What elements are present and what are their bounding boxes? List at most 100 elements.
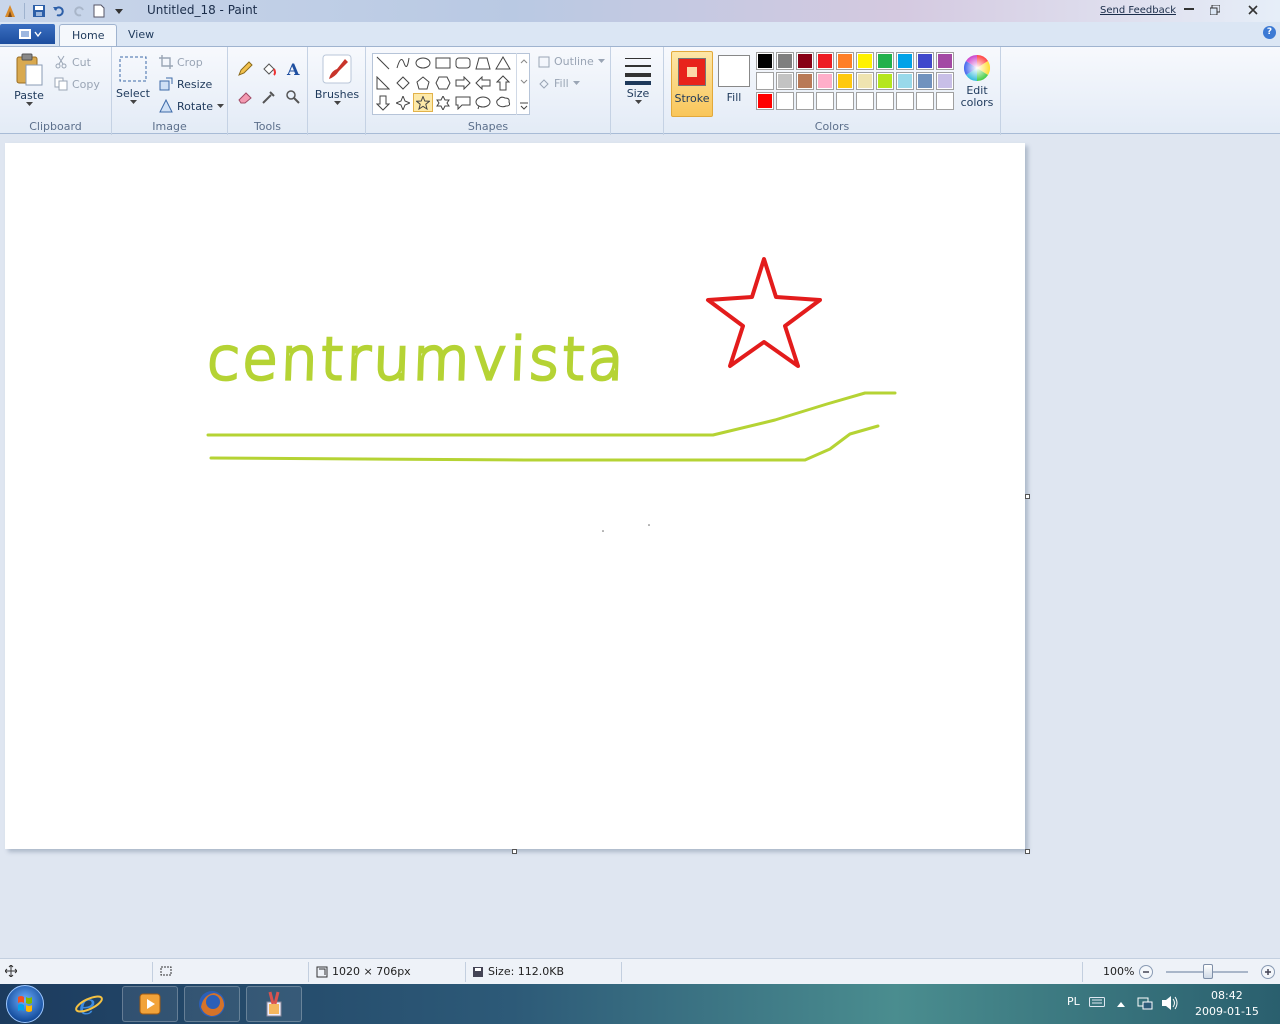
palette-color-swatch[interactable] xyxy=(896,52,914,70)
select-button[interactable]: Select xyxy=(116,55,150,105)
palette-color-swatch[interactable] xyxy=(916,52,934,70)
close-button[interactable] xyxy=(1241,1,1265,18)
shape-left-arrow[interactable] xyxy=(473,73,493,92)
send-feedback-link[interactable]: Send Feedback xyxy=(1100,5,1176,16)
pencil-tool[interactable] xyxy=(235,59,255,79)
shape-rounded-rectangle[interactable] xyxy=(453,53,473,72)
save-icon[interactable] xyxy=(29,1,49,21)
text-tool[interactable]: A xyxy=(283,59,303,79)
palette-color-swatch[interactable] xyxy=(816,92,834,110)
palette-color-swatch[interactable] xyxy=(816,52,834,70)
tab-view[interactable]: View xyxy=(116,24,166,46)
redo-icon[interactable] xyxy=(69,1,89,21)
palette-color-swatch[interactable] xyxy=(836,72,854,90)
palette-color-swatch[interactable] xyxy=(776,52,794,70)
canvas-resize-handle-right[interactable] xyxy=(1025,494,1030,499)
shape-diamond[interactable] xyxy=(393,73,413,92)
canvas-resize-handle-corner[interactable] xyxy=(1025,849,1030,854)
palette-color-swatch[interactable] xyxy=(936,52,954,70)
shape-four-point-star[interactable] xyxy=(393,93,413,112)
shape-hexagon[interactable] xyxy=(433,73,453,92)
palette-color-swatch[interactable] xyxy=(836,92,854,110)
fill-tool[interactable] xyxy=(259,59,279,79)
start-button[interactable] xyxy=(6,985,44,1023)
fill-color-button[interactable]: Fill xyxy=(716,51,756,117)
shape-oval-callout[interactable] xyxy=(473,93,493,112)
crop-button[interactable]: Crop xyxy=(159,55,203,69)
edit-colors-button[interactable]: Edit colors xyxy=(958,53,996,109)
clock-date[interactable]: 2009-01-15 xyxy=(1195,1005,1259,1018)
customize-qat-chevron-down-icon[interactable] xyxy=(109,1,129,21)
palette-color-swatch[interactable] xyxy=(896,72,914,90)
palette-color-swatch[interactable] xyxy=(856,92,874,110)
stroke-color-button[interactable]: Stroke xyxy=(671,51,713,117)
palette-color-swatch[interactable] xyxy=(836,52,854,70)
taskbar-paint[interactable] xyxy=(246,986,302,1022)
shape-up-arrow[interactable] xyxy=(493,73,513,92)
paint-app-icon[interactable] xyxy=(0,1,20,21)
input-language-indicator[interactable]: PL xyxy=(1067,995,1080,1008)
zoom-in-button[interactable] xyxy=(1261,965,1275,979)
rotate-button[interactable]: Rotate xyxy=(159,99,225,113)
shape-rectangle[interactable] xyxy=(433,53,453,72)
palette-color-swatch[interactable] xyxy=(896,92,914,110)
brushes-button[interactable]: Brushes xyxy=(315,53,359,106)
palette-color-swatch[interactable] xyxy=(936,92,954,110)
restore-button[interactable] xyxy=(1203,1,1227,18)
shape-down-arrow[interactable] xyxy=(373,93,393,112)
fill-dropdown[interactable]: Fill xyxy=(538,77,580,90)
palette-color-swatch[interactable] xyxy=(876,92,894,110)
palette-color-swatch[interactable] xyxy=(756,72,774,90)
palette-color-swatch[interactable] xyxy=(776,92,794,110)
undo-icon[interactable] xyxy=(49,1,69,21)
clock-time[interactable]: 08:42 xyxy=(1211,989,1243,1002)
size-button[interactable]: Size xyxy=(619,55,657,105)
palette-color-swatch[interactable] xyxy=(796,52,814,70)
show-hidden-icons-chevron-up-icon[interactable] xyxy=(1116,998,1126,1011)
magnifier-tool[interactable] xyxy=(283,87,303,107)
palette-color-swatch[interactable] xyxy=(916,72,934,90)
shape-rounded-callout[interactable] xyxy=(453,93,473,112)
new-document-icon[interactable] xyxy=(89,1,109,21)
network-icon[interactable] xyxy=(1137,995,1153,1014)
help-icon[interactable]: ? xyxy=(1263,26,1276,39)
palette-color-swatch[interactable] xyxy=(856,52,874,70)
canvas-resize-handle-bottom[interactable] xyxy=(512,849,517,854)
shapes-gallery-scrollbar[interactable] xyxy=(516,53,530,115)
eraser-tool[interactable] xyxy=(235,87,255,107)
application-menu-button[interactable] xyxy=(0,24,55,44)
shape-pentagon[interactable] xyxy=(413,73,433,92)
shape-cloud-callout[interactable] xyxy=(493,93,513,112)
shape-right-triangle[interactable] xyxy=(373,73,393,92)
zoom-out-button[interactable] xyxy=(1139,965,1153,979)
color-picker-tool[interactable] xyxy=(259,87,279,107)
shape-five-point-star[interactable] xyxy=(413,93,433,112)
resize-button[interactable]: Resize xyxy=(159,77,212,91)
tab-home[interactable]: Home xyxy=(59,24,118,46)
canvas-workspace[interactable]: centrumvista xyxy=(0,135,1280,958)
shape-right-arrow[interactable] xyxy=(453,73,473,92)
shape-polygon[interactable] xyxy=(473,53,493,72)
palette-color-swatch[interactable] xyxy=(796,72,814,90)
palette-color-swatch[interactable] xyxy=(776,72,794,90)
taskbar-media-player[interactable] xyxy=(122,986,178,1022)
palette-color-swatch[interactable] xyxy=(876,72,894,90)
palette-color-swatch[interactable] xyxy=(756,52,774,70)
shape-six-point-star[interactable] xyxy=(433,93,453,112)
shape-oval[interactable] xyxy=(413,53,433,72)
outline-dropdown[interactable]: Outline xyxy=(538,55,605,68)
palette-color-swatch[interactable] xyxy=(916,92,934,110)
volume-icon[interactable] xyxy=(1161,995,1179,1014)
taskbar-internet-explorer[interactable]: e xyxy=(61,986,117,1022)
paste-button[interactable]: Paste xyxy=(10,53,48,107)
palette-color-swatch[interactable] xyxy=(936,72,954,90)
shape-curve[interactable] xyxy=(393,53,413,72)
shape-line[interactable] xyxy=(373,53,393,72)
palette-color-swatch[interactable] xyxy=(816,72,834,90)
copy-button[interactable]: Copy xyxy=(54,77,100,91)
palette-color-swatch[interactable] xyxy=(856,72,874,90)
minimize-button[interactable] xyxy=(1177,1,1201,18)
zoom-slider-thumb[interactable] xyxy=(1203,964,1213,979)
cut-button[interactable]: Cut xyxy=(54,55,91,69)
drawing-canvas[interactable]: centrumvista xyxy=(5,143,1025,849)
